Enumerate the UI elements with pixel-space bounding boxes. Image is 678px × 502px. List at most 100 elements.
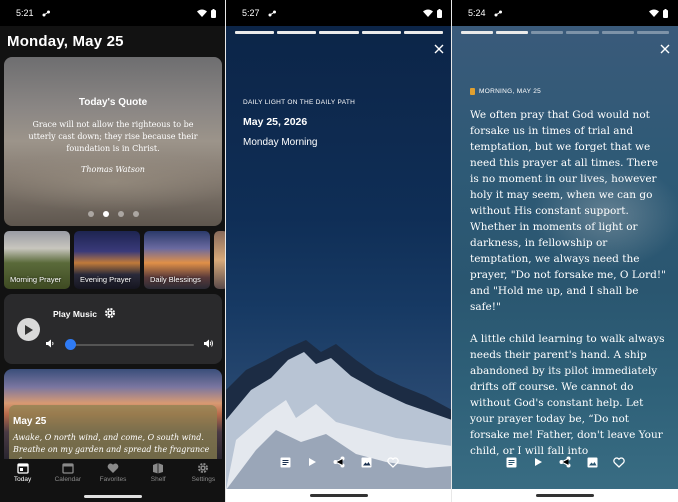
devotional-cover-screen: 5:27 DAILY LIGHT ON THE DAILY PATH May 2… (226, 0, 452, 502)
quote-card[interactable]: Today's Quote Grace will not allow the r… (4, 57, 222, 226)
book-icon (470, 88, 475, 95)
prayer-tiles: Morning Prayer Evening Prayer Daily Bles… (4, 231, 226, 289)
battery-icon (663, 8, 668, 18)
image-button[interactable] (359, 455, 373, 469)
heart-icon (107, 463, 119, 473)
notification-icon (494, 10, 502, 16)
play-button[interactable] (305, 455, 319, 469)
progress-segment (566, 31, 599, 34)
image-icon (587, 457, 597, 467)
wifi-icon (423, 9, 433, 17)
status-bar: 5:21 (0, 0, 226, 26)
progress-segment (636, 31, 669, 34)
battery-icon (437, 8, 442, 18)
progress-segment (403, 31, 443, 34)
text-button[interactable] (278, 455, 292, 469)
divider (225, 0, 226, 502)
calendar-icon (62, 463, 74, 474)
nav-settings[interactable]: Settings (181, 459, 226, 502)
close-icon[interactable] (660, 44, 670, 54)
progress-segment (531, 31, 564, 34)
volume-slider-thumb[interactable] (65, 339, 76, 350)
share-button[interactable] (558, 455, 572, 469)
play-button[interactable] (531, 455, 545, 469)
nav-label: Favorites (99, 476, 127, 483)
nav-today[interactable]: Today (0, 459, 45, 502)
reading-header: MORNING, MAY 25 (470, 88, 541, 95)
quote-author: Thomas Watson (81, 165, 145, 174)
tile-label: Evening Prayer (80, 275, 132, 284)
action-bar (226, 455, 452, 469)
battery-icon (211, 8, 216, 18)
gear-icon[interactable] (104, 307, 116, 319)
share-button[interactable] (332, 455, 346, 469)
progress-segment (235, 31, 275, 34)
progress-segment (277, 31, 317, 34)
nav-shelf[interactable]: Shelf (136, 459, 181, 502)
play-icon (308, 458, 316, 466)
tile-evening-prayer[interactable]: Evening Prayer (74, 231, 140, 289)
divider (451, 0, 452, 502)
verse-card[interactable]: May 25 Awake, O north wind, and come, O … (4, 369, 222, 459)
shelf-icon (153, 463, 164, 474)
favorite-button[interactable] (386, 455, 400, 469)
share-icon (333, 456, 345, 468)
image-button[interactable] (585, 455, 599, 469)
carousel-dots[interactable] (4, 211, 222, 217)
today-screen: 5:21 Monday, May 25 Today's Quote Grace … (0, 0, 226, 502)
music-label: Play Music (53, 309, 97, 319)
gesture-bar (310, 494, 368, 497)
volume-high-icon (204, 339, 213, 348)
quote-text: Grace will not allow the righteous to be… (28, 120, 198, 153)
devotional-date: May 25, 2026 (243, 116, 308, 128)
reading-body: We often pray that God would not forsake… (470, 107, 670, 475)
progress-segment (319, 31, 359, 34)
text-button[interactable] (504, 455, 518, 469)
paragraph: A little child learning to walk always n… (470, 333, 665, 457)
music-player: Play Music (4, 294, 222, 364)
document-icon (506, 457, 516, 467)
gesture-bar (536, 494, 594, 497)
tile-label: Daily Blessings (150, 275, 201, 284)
notification-icon (268, 10, 276, 16)
progress-segment (361, 31, 401, 34)
volume-low-icon (46, 339, 54, 348)
paragraph: We often pray that God would not forsake… (470, 109, 666, 313)
nav-label: Today (13, 476, 32, 483)
play-icon (534, 458, 542, 466)
play-button[interactable] (17, 318, 40, 341)
image-icon (361, 457, 371, 467)
nav-label: Settings (191, 476, 216, 483)
reading-session: MORNING, MAY 25 (479, 88, 542, 95)
carousel-dot[interactable] (117, 211, 124, 217)
tile-morning-prayer[interactable]: Morning Prayer (4, 231, 70, 289)
wifi-icon (197, 9, 207, 17)
nav-label: Calendar (54, 476, 81, 483)
devotional-session: Monday Morning (243, 137, 318, 148)
tile-daily-blessings[interactable]: Daily Blessings (144, 231, 210, 289)
play-icon (25, 324, 33, 335)
verse-date: May 25 (13, 416, 47, 427)
tile-label: Morning Prayer (10, 275, 62, 284)
close-icon[interactable] (434, 44, 444, 54)
gesture-bar (84, 495, 142, 498)
favorite-button[interactable] (612, 455, 626, 469)
notification-icon (42, 10, 50, 16)
status-time: 5:21 (16, 8, 34, 18)
wifi-icon (649, 9, 659, 17)
status-time: 5:27 (242, 8, 260, 18)
carousel-dot[interactable] (87, 211, 94, 217)
progress-segment (461, 31, 494, 34)
quote-title: Today's Quote (78, 97, 148, 108)
carousel-dot[interactable] (102, 211, 109, 217)
document-icon (280, 457, 290, 467)
action-bar (452, 455, 678, 469)
devotional-reading-screen: 5:24 MORNING, MAY 25 We often pray that … (452, 0, 678, 502)
heart-outline-icon (387, 456, 399, 468)
share-icon (559, 456, 571, 468)
heart-outline-icon (613, 456, 625, 468)
volume-track[interactable] (68, 344, 194, 346)
carousel-dot[interactable] (132, 211, 139, 217)
screenshot-collage: 5:21 Monday, May 25 Today's Quote Grace … (0, 0, 678, 502)
verse-text: Awake, O north wind, and come, O south w… (13, 433, 210, 459)
